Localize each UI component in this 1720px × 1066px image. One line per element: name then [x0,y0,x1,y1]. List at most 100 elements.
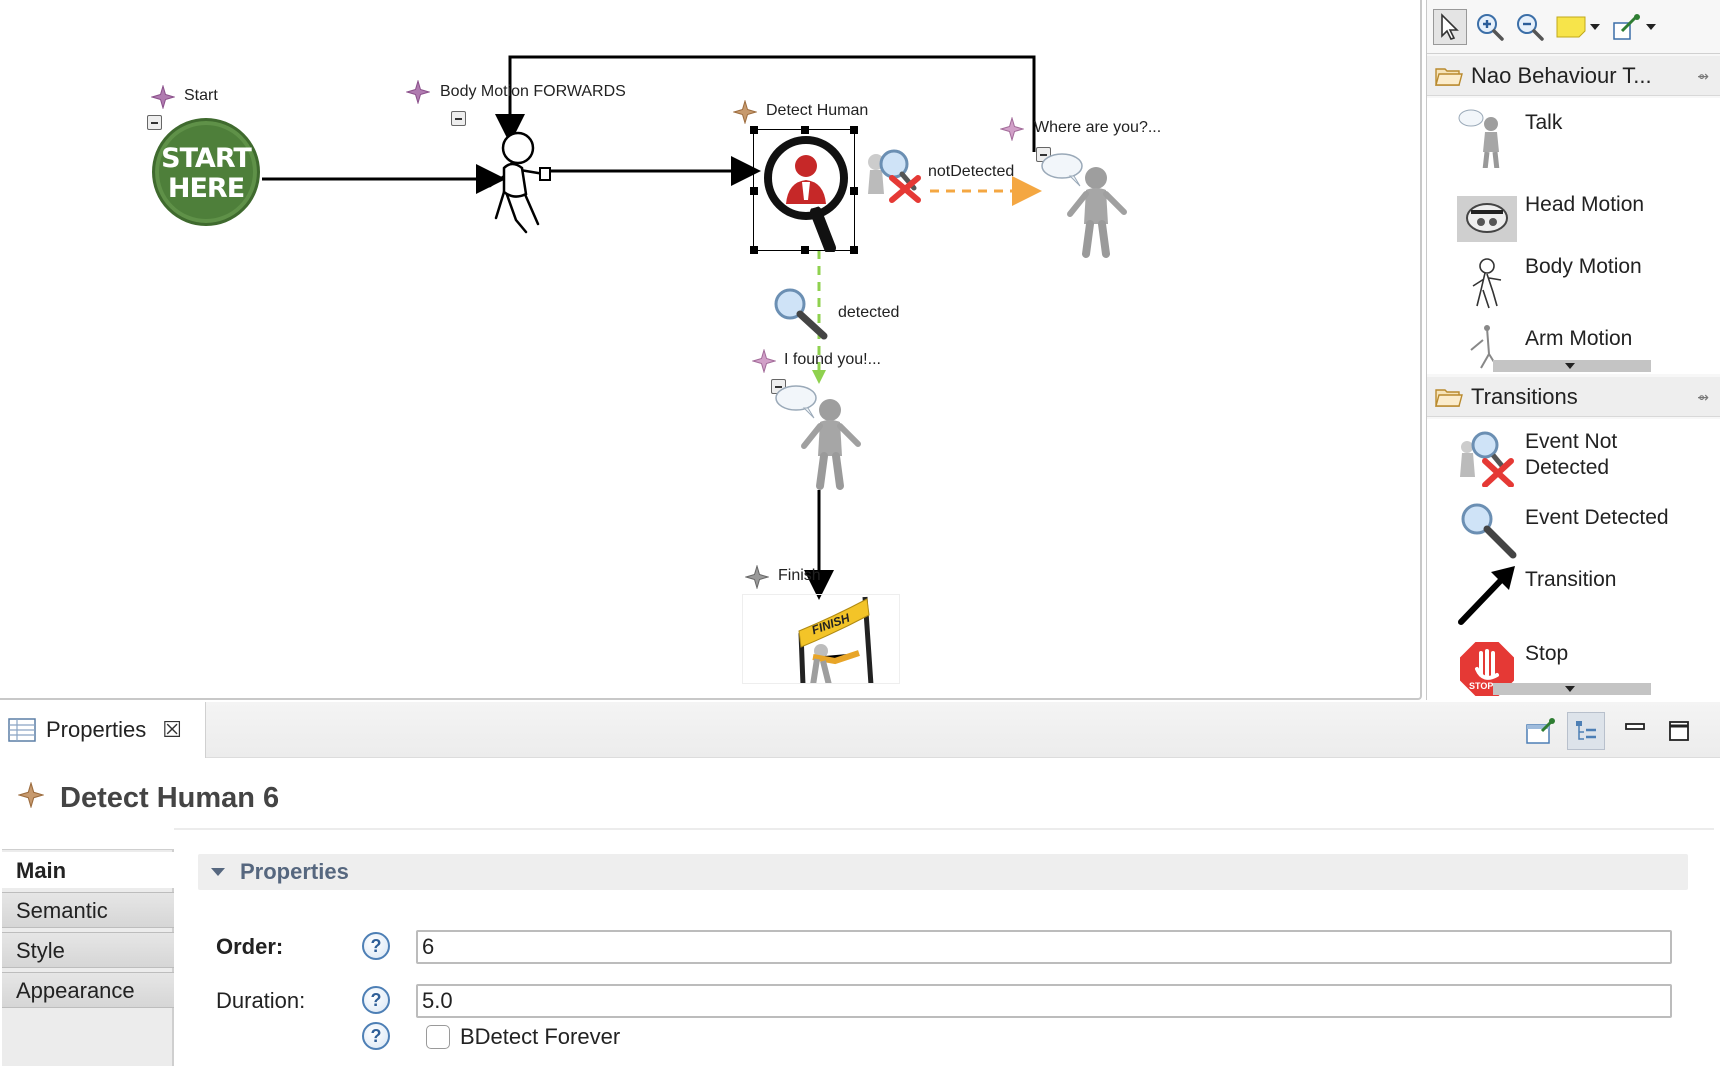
palette-item-label: Head Motion [1525,193,1645,216]
maximize-view-button[interactable] [1660,712,1698,750]
where-are-you-star-icon [1000,117,1024,141]
palette-item-label: Body Motion [1525,255,1642,278]
diagram-wires [262,55,1042,600]
body-motion-node-label: Body Motion FORWARDS [440,83,626,100]
chevron-down-icon [1646,23,1656,30]
selection-handle[interactable] [850,126,858,134]
folder-open-icon [1435,388,1463,407]
selection-handle[interactable] [801,126,809,134]
not-detected-label: notDetected [928,163,1015,180]
collapse-triangle-icon [211,868,225,876]
connection-tool-button[interactable] [1609,9,1659,45]
tab-blank [2,828,174,850]
properties-section-header[interactable]: Properties [198,854,1688,890]
zoom-out-icon [1517,13,1544,41]
tab-semantic[interactable]: Semantic [2,892,174,928]
tab-main[interactable]: Main [2,852,174,888]
event-not-detected-icon [1460,431,1514,487]
drawer-scroll-down-button[interactable] [1493,360,1651,372]
selection-handle[interactable] [850,246,858,254]
where-are-you-talk-figure-icon[interactable] [1040,150,1132,260]
not-detected-transition-icon[interactable] [862,140,924,204]
palette-item-talk[interactable]: Talk [1427,104,1707,168]
pin-to-view-icon [1526,718,1555,744]
start-node-label: Start [184,87,218,104]
cursor-arrow-icon [1441,12,1459,40]
palette-item-event-detected[interactable]: Event Detected [1427,499,1707,563]
finish-node[interactable]: FINISH [742,594,900,684]
detect-forever-checkbox[interactable] [426,1025,450,1049]
found-you-star-icon [752,349,776,373]
view-tab-bar: Properties ☒ [0,702,1720,758]
note-tool-button[interactable] [1553,9,1603,45]
element-type-star-icon [18,782,44,808]
finish-node-label: Finish [778,567,821,584]
found-you-node-label: I found you!... [784,351,881,368]
palette-item-label: Talk [1525,111,1563,134]
selection-handle[interactable] [850,187,858,195]
zoom-out-button[interactable] [1513,9,1547,45]
palette-item-body-motion[interactable]: Body Motion [1427,248,1707,312]
head-motion-icon [1457,196,1517,242]
selection-handle[interactable] [750,126,758,134]
properties-view-tab[interactable]: Properties ☒ [0,702,206,758]
sticky-note-icon [1556,16,1586,37]
duration-label: Duration: [216,988,306,1013]
start-collapse-button[interactable] [147,115,162,130]
palette-item-label: Stop [1525,642,1569,665]
start-node-star-icon [151,85,175,109]
drawer-scroll-down-button[interactable] [1493,683,1651,695]
where-are-you-node-label: Where are you?... [1034,119,1162,136]
duration-input[interactable] [416,984,1672,1018]
palette-item-head-motion[interactable]: Head Motion [1427,186,1707,250]
detect-human-node[interactable] [750,126,858,254]
pin-view-button[interactable] [1522,712,1560,750]
minimize-view-button[interactable] [1616,712,1654,750]
order-help-icon[interactable]: ? [362,932,390,960]
tab-appearance[interactable]: Appearance [2,972,174,1008]
drawer-transitions[interactable]: Transitions ⇴ [1427,377,1720,417]
palette-toolbar [1427,0,1720,54]
body-motion-icon [1472,258,1502,309]
drawer-nao-behaviour[interactable]: Nao Behaviour T... ⇴ [1427,56,1720,96]
zoom-in-button[interactable] [1473,9,1507,45]
body-motion-collapse-button[interactable] [451,111,466,126]
start-node[interactable]: START HERE [152,118,260,226]
detected-transition-icon[interactable] [770,286,832,342]
palette-item-label: Arm Motion [1525,327,1633,350]
palette-item-label: Event Detected [1525,506,1669,529]
maximize-icon [1669,721,1689,741]
transition-arrow-icon [1458,566,1515,625]
pin-icon[interactable]: ⇴ [1697,68,1709,85]
body-motion-star-icon [406,80,430,104]
pin-icon[interactable]: ⇴ [1697,389,1709,406]
body-motion-node-figure-icon[interactable] [482,128,554,240]
show-categories-button[interactable] [1567,712,1605,750]
start-badge-line1: START [161,143,252,174]
selection-handle[interactable] [801,246,809,254]
duration-help-icon[interactable]: ? [362,986,390,1014]
palette-item-event-not-detected[interactable]: Event Not Detected [1427,423,1707,487]
finish-line-icon [798,596,874,683]
selected-element-title: Detect Human 6 [60,782,280,814]
palette-item-transition[interactable]: Transition [1427,561,1707,625]
detect-human-node-label: Detect Human [766,102,869,119]
detected-label: detected [838,304,900,321]
found-you-talk-figure-icon[interactable] [774,382,866,492]
properties-tab-label: Properties [46,717,147,742]
drawer-nao-items: Talk Head Motion Body Motion Arm Motion [1427,98,1720,374]
close-tab-icon[interactable]: ☒ [162,717,182,743]
detect-forever-label: BDetect Forever [460,1024,621,1049]
tab-style[interactable]: Style [2,932,174,968]
event-detected-icon [1461,503,1517,559]
select-tool-button[interactable] [1433,8,1467,45]
property-tabs: Main Semantic Style Appearance [2,828,174,1066]
detect-forever-help-icon[interactable]: ? [362,1022,390,1050]
diagram-canvas[interactable]: Start START HERE Body Motion FORWARDS De… [0,0,1422,700]
talk-icon [1458,109,1500,168]
magnifier-person-icon [764,136,848,252]
selection-handle[interactable] [750,246,758,254]
chevron-down-icon [1590,23,1600,30]
order-input[interactable] [416,930,1672,964]
selection-handle[interactable] [750,187,758,195]
